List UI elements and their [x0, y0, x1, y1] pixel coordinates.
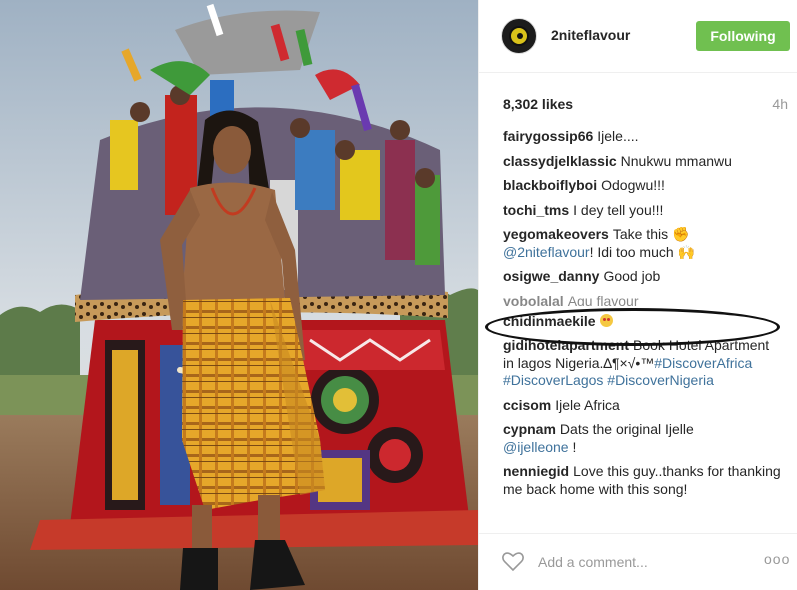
comment-item: fairygossip66 Ijele....: [503, 128, 783, 146]
avatar[interactable]: [501, 18, 537, 54]
post-photo[interactable]: [0, 0, 478, 590]
comment-text: Dats the original Ijelle: [559, 421, 694, 437]
comment-text: Ijele....: [597, 128, 639, 144]
comment-text: I dey tell you!!!: [573, 201, 664, 218]
post-author-username[interactable]: 2niteflavour: [551, 27, 630, 43]
comment-username[interactable]: chidinmaekile: [503, 313, 596, 329]
comment-username[interactable]: osigwe_danny: [503, 268, 599, 284]
comment-text: Ijele Africa: [555, 396, 620, 413]
comment-item: nenniegid Love this guy..thanks for thank…: [503, 463, 783, 498]
comment-text: Nnukwu mmanwu: [620, 152, 732, 169]
comment-username[interactable]: yegomakeovers: [503, 226, 609, 242]
comment-item: classydjelklassic Nnukwu mmanwu: [503, 153, 783, 171]
hashtag[interactable]: #DiscoverLagos: [503, 372, 603, 388]
post-side-panel: 2niteflavour Following 8,302 likes 4h fa…: [478, 0, 797, 590]
heart-eyes-emoji-icon: [599, 313, 613, 327]
comment-username[interactable]: fairygossip66: [503, 128, 593, 144]
comment-item: cypnam Dats the original Ijelle @ijelleon…: [503, 421, 783, 456]
post-timestamp[interactable]: 4h: [772, 96, 788, 112]
comment-username[interactable]: nenniegid: [503, 463, 569, 479]
comment-item: chidinmaekile: [503, 313, 783, 331]
following-button[interactable]: Following: [696, 21, 790, 51]
avatar-logo-dot: [517, 33, 523, 39]
comment-item: tochi_tms I dey tell you!!!: [503, 202, 783, 220]
avatar-logo-icon: [509, 26, 529, 46]
fist-emoji-icon: ✊: [671, 226, 690, 242]
comment-text: Take this: [612, 226, 669, 242]
likes-count[interactable]: 8,302 likes: [503, 96, 573, 112]
comment-item: gidihotelapartment Book Hotel Apartment i…: [503, 337, 783, 390]
comment-mention[interactable]: @ijelleone: [503, 439, 569, 455]
comment-footer: ooo: [479, 533, 797, 590]
hashtag[interactable]: #DiscoverNigeria: [607, 372, 714, 388]
comment-username[interactable]: yobolalal: [503, 293, 564, 306]
comment-text-continued: !: [568, 438, 577, 455]
comment-username[interactable]: blackboiflyboi: [503, 177, 597, 193]
comment-username[interactable]: cypnam: [503, 421, 556, 437]
comment-item: osigwe_danny Good job: [503, 268, 783, 286]
comment-text: Agu flavour: [567, 292, 639, 306]
comment-item: blackboiflyboi Odogwu!!!: [503, 177, 783, 195]
add-comment-input[interactable]: [536, 551, 740, 573]
comment-username[interactable]: gidihotelapartment: [503, 337, 629, 353]
comment-item: yobolalal Agu flavour: [503, 293, 783, 306]
comment-username[interactable]: ccisom: [503, 397, 551, 413]
comment-mention[interactable]: @2niteflavour: [503, 244, 590, 260]
praise-emoji-icon: 🙌: [677, 243, 695, 260]
heart-outline-icon[interactable]: [501, 550, 525, 572]
comment-item: yegomakeovers Take this ✊ @2niteflavour! …: [503, 226, 783, 261]
comment-text: Good job: [603, 268, 661, 284]
post-header: 2niteflavour Following: [479, 0, 797, 73]
comment-text-continued: ! Idi too much: [589, 243, 674, 260]
comment-item: ccisom Ijele Africa: [503, 397, 783, 415]
comment-username[interactable]: tochi_tms: [503, 202, 569, 218]
more-options-icon[interactable]: ooo: [764, 551, 790, 569]
hashtag[interactable]: #DiscoverAfrica: [654, 355, 752, 371]
comment-list: fairygossip66 Ijele.... classydjelklassic…: [503, 128, 783, 505]
comment-text: Odogwu!!!: [601, 177, 665, 193]
comment-username[interactable]: classydjelklassic: [503, 153, 617, 169]
